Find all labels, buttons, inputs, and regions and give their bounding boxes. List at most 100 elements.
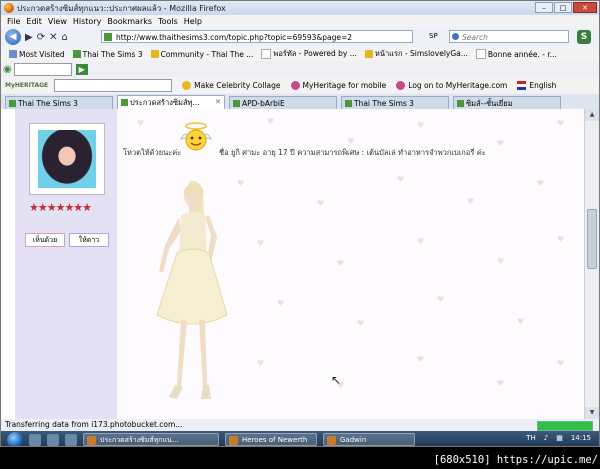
url-text: http://www.thaithesims3.com/topic.php?to…	[116, 33, 353, 42]
tab-thai-the-sims-1[interactable]: Thai The Sims 3	[5, 96, 113, 109]
taskbar-item-label: Gadwin	[340, 436, 367, 444]
stop-icon[interactable]: ✕	[49, 32, 57, 43]
upload-watermark: [680x510] https://upic.me/	[433, 454, 598, 466]
bookmark-label: Most Visited	[19, 49, 65, 59]
language-indicator[interactable]: TH	[526, 434, 536, 442]
flag-icon	[517, 80, 527, 90]
rating-stars: ★★★★★★★	[29, 201, 92, 214]
minimize-button[interactable]: –	[535, 2, 553, 13]
tab-label: ซิมส์--ชั้นเยี่ยม	[466, 99, 513, 108]
bookmark-community[interactable]: Community - Thai The ...	[150, 49, 254, 59]
tab-close-icon[interactable]: ✕	[215, 96, 221, 109]
menu-view[interactable]: View	[48, 17, 67, 26]
user-avatar[interactable]	[29, 123, 105, 195]
vertical-scrollbar[interactable]: ▲ ▼	[584, 109, 599, 419]
bookmark-portal[interactable]: พอร์ทัล - Powered by ...	[261, 48, 357, 60]
status-bar: Transferring data from i173.photobucket.…	[1, 419, 599, 431]
scroll-down-icon[interactable]: ▼	[585, 407, 599, 419]
addon-go-button[interactable]: ▶	[75, 63, 88, 75]
scroll-thumb[interactable]	[587, 209, 597, 269]
bookmark-most-visited[interactable]: Most Visited	[9, 50, 65, 59]
toolbar-item-label: English	[529, 80, 557, 90]
bookmark-thai-the-sims[interactable]: Thai The Sims 3	[72, 50, 143, 59]
system-tray: TH ♪ ▦ 14:15	[526, 434, 591, 442]
make-celebrity-collage-button[interactable]: Make Celebrity Collage	[182, 80, 281, 90]
progress-fill	[538, 422, 592, 430]
volume-icon[interactable]: ♪	[544, 434, 548, 442]
bookmark-simslovely[interactable]: หน้าแรก - SimslovelyGa...	[364, 48, 468, 60]
tab-label: APD-bArbiE	[242, 99, 285, 108]
toolbar-item-label: Log on to MyHeritage.com	[408, 80, 508, 90]
back-button[interactable]: ◀	[5, 29, 21, 45]
quicklaunch-icon[interactable]	[65, 433, 77, 446]
close-button[interactable]: ✕	[573, 2, 597, 13]
bookmark-bonne-annee[interactable]: Bonne année. - r...	[475, 49, 557, 59]
agree-button[interactable]: เห็นด้วย	[25, 233, 65, 247]
search-input[interactable]: Search	[449, 30, 569, 43]
site-favicon-icon	[104, 33, 112, 41]
menu-file[interactable]: File	[7, 17, 20, 26]
taskbar-item-gadwin[interactable]: Gadwin	[323, 433, 415, 446]
addon-s-icon[interactable]: S	[577, 30, 591, 44]
give-star-button[interactable]: ให้ดาว	[69, 233, 109, 247]
bookmark-label: หน้าแรก - SimslovelyGa...	[374, 49, 468, 58]
vote-request-text: โหวตให้ด้วยนะค่ะ	[123, 148, 182, 157]
language-selector[interactable]: English	[517, 80, 557, 90]
tab-thai-the-sims-2[interactable]: Thai The Sims 3	[341, 96, 449, 109]
bookmark-icon	[9, 50, 17, 58]
taskbar-item-label: Heroes of Newerth	[242, 436, 308, 444]
toolbar-item-label: Make Celebrity Collage	[194, 80, 281, 90]
page-content: ♥♥♥♥♥♥♥ ♥♥♥♥♥ ♥♥♥♥♥ ♥♥♥♥ ♥♥♥♥♥ ★★★★★★★ เ…	[1, 109, 599, 419]
firefox-icon	[4, 3, 14, 13]
heritage-icon	[396, 80, 406, 90]
taskbar-item-heroes-of-newerth[interactable]: Heroes of Newerth	[225, 433, 317, 446]
tab-contest-active[interactable]: ประกวดสร้างซิมส์ทุ... ✕	[117, 95, 225, 109]
myheritage-mobile-button[interactable]: MyHeritage for mobile	[290, 80, 387, 90]
mouse-cursor-icon: ↖	[331, 373, 342, 387]
menu-bookmarks[interactable]: Bookmarks	[107, 17, 152, 26]
myheritage-logon-button[interactable]: Log on to MyHeritage.com	[396, 80, 508, 90]
toolbar-item-label: MyHeritage for mobile	[302, 80, 387, 90]
bookmark-label: Bonne année. - r...	[487, 49, 557, 59]
myheritage-logo: MyHERITAGE	[5, 81, 49, 89]
bookmark-label: Community - Thai The ...	[160, 49, 254, 59]
bookmarks-toolbar: Most Visited Thai The Sims 3 Community -…	[1, 47, 599, 61]
quicklaunch-icon[interactable]	[47, 433, 59, 446]
scroll-up-icon[interactable]: ▲	[585, 109, 599, 121]
network-icon[interactable]: ▦	[556, 434, 563, 442]
user-rating-stars: ★★★★★★★	[29, 201, 103, 214]
window-controls: – □ ✕	[535, 2, 597, 13]
reload-icon[interactable]: ⟳	[37, 32, 45, 43]
tab-apd-barbie[interactable]: APD-bArbiE	[229, 96, 337, 109]
window-title: ประกวดสร้างซิมส์ทุกแนว::ประกาศผลแล้ว - M…	[17, 3, 226, 13]
title-bar[interactable]: ประกวดสร้างซิมส์ทุกแนว::ประกาศผลแล้ว - M…	[1, 1, 599, 15]
clock[interactable]: 14:15	[571, 434, 591, 442]
bookmark-label: พอร์ทัล - Powered by ...	[273, 49, 357, 58]
menu-tools[interactable]: Tools	[158, 17, 178, 26]
tab-sims-excellent[interactable]: ซิมส์--ชั้นเยี่ยม	[453, 96, 561, 109]
forward-button[interactable]: ▶	[25, 32, 33, 43]
url-bar[interactable]: http://www.thaithesims3.com/topic.php?to…	[101, 30, 413, 43]
navigation-toolbar: ◀ ▶ ⟳ ✕ ⌂ http://www.thaithesims3.com/to…	[1, 27, 599, 47]
taskbar-item-label: ประกวดสร้างซิมส์ทุกแน...	[100, 436, 179, 444]
sim-character-image	[156, 180, 228, 399]
tab-label: Thai The Sims 3	[18, 99, 78, 108]
bookmark-icon	[150, 50, 159, 58]
start-button[interactable]	[7, 431, 23, 446]
maximize-button[interactable]: □	[554, 2, 572, 13]
quicklaunch-icon[interactable]	[29, 433, 41, 446]
bookmark-icon	[72, 50, 81, 58]
menu-edit[interactable]: Edit	[26, 17, 42, 26]
addon-globe-icon[interactable]: ◉	[3, 64, 12, 75]
bookmark-icon	[364, 50, 373, 58]
menu-help[interactable]: Help	[184, 17, 202, 26]
home-icon[interactable]: ⌂	[61, 32, 67, 43]
myheritage-search-input[interactable]	[54, 78, 173, 92]
taskbar-item-firefox[interactable]: ประกวดสร้างซิมส์ทุกแน...	[83, 433, 219, 446]
bookmark-icon	[261, 49, 272, 59]
character-description-text: ชื่อ ยูกิ ศามะ อายุ 17 ปี ความสามารถพิเศ…	[219, 148, 486, 157]
menu-bar: File Edit View History Bookmarks Tools H…	[1, 15, 599, 27]
menu-history[interactable]: History	[73, 17, 101, 26]
addon-search-input[interactable]	[13, 62, 72, 76]
search-engine-label[interactable]: SP	[429, 32, 438, 40]
